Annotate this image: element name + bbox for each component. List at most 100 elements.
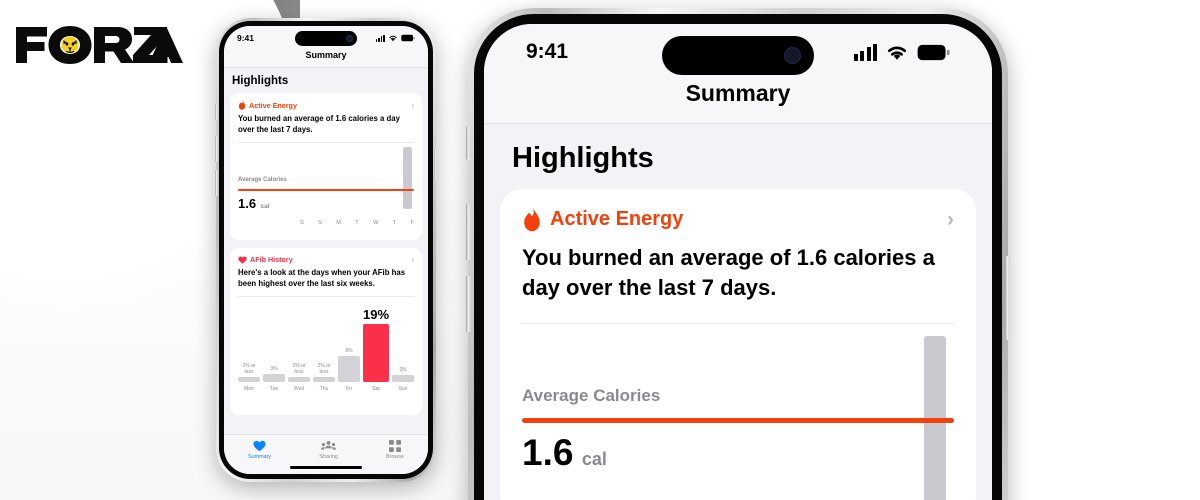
bar xyxy=(313,377,335,383)
phone-right-power-button[interactable] xyxy=(1005,256,1010,340)
wifi-icon xyxy=(885,43,909,61)
chart-active-energy: Average Calories 1.6 cal S S M T W T F xyxy=(238,143,414,227)
status-bar-left: 9:41 xyxy=(224,26,428,50)
summary-content-left: Highlights Active Energy › You burned an… xyxy=(224,68,428,415)
phone-right-volume-down-button[interactable] xyxy=(466,276,471,332)
chevron-right-icon[interactable]: › xyxy=(411,255,414,264)
status-icons xyxy=(375,34,415,42)
battery-icon xyxy=(401,34,415,42)
home-indicator[interactable] xyxy=(290,466,362,469)
axis-tick: M xyxy=(336,220,341,227)
battery-icon xyxy=(917,44,950,61)
status-time: 9:41 xyxy=(237,33,255,43)
axis-tick: F xyxy=(410,220,414,227)
people-icon xyxy=(321,440,337,452)
flame-icon xyxy=(238,100,246,110)
bar xyxy=(263,374,285,383)
tab-label: Sharing xyxy=(319,454,338,460)
heart-icon xyxy=(238,255,247,264)
forza-logo xyxy=(14,22,184,70)
summary-content-right: Highlights Active Energy › You burned an… xyxy=(484,124,992,500)
chart-column: 3% Tue xyxy=(263,365,285,393)
phone-left-volume-down-button[interactable] xyxy=(215,170,218,196)
lion-head-icon xyxy=(61,36,79,54)
phone-left-volume-up-button[interactable] xyxy=(215,136,218,162)
chart-average-line xyxy=(522,417,954,423)
card-headline: You burned an average of 1.6 calories a … xyxy=(522,245,935,300)
card-category-label: Active Energy xyxy=(550,208,684,230)
phone-right-action-button[interactable] xyxy=(466,126,471,160)
bar-value-label: 2% or less xyxy=(317,363,331,375)
chart-value-group: 1.6 cal xyxy=(238,195,270,213)
card-category-label: AFib History xyxy=(250,255,293,264)
chevron-right-icon[interactable]: › xyxy=(947,208,954,232)
phone-right: 9:41 Summary Highlights Active Energy › … xyxy=(466,8,1010,500)
chart-column: 3% Sun xyxy=(392,366,415,393)
nav-title-left: Summary xyxy=(224,50,428,67)
front-camera-icon xyxy=(784,47,801,64)
card-active-energy[interactable]: Active Energy › You burned an average of… xyxy=(230,93,422,240)
phone-right-volume-up-button[interactable] xyxy=(466,204,471,260)
page-title: Highlights xyxy=(512,142,654,174)
chart-columns: 2% or less Mon 3% Tue 2% or less Wed 2% … xyxy=(238,307,415,393)
bar xyxy=(392,375,415,383)
chart-afib-history: 2% or less Mon 3% Tue 2% or less Wed 2% … xyxy=(238,297,415,393)
bar-value-label: 3% xyxy=(399,366,407,373)
bar xyxy=(288,377,310,383)
bar-highlight xyxy=(363,324,390,383)
front-camera-icon xyxy=(346,35,353,42)
chart-bar xyxy=(403,147,412,210)
nav-title-right: Summary xyxy=(484,80,992,123)
chart-value: 1.6 xyxy=(238,196,257,212)
chart-x-axis: S S M T W T F xyxy=(300,220,414,226)
phone-left: 9:41 Summary Highlights Active Energy › … xyxy=(215,18,437,482)
chart-column: 8% Fri xyxy=(338,347,360,393)
chart-average-label: Average Calories xyxy=(522,385,661,405)
axis-tick: T xyxy=(392,220,397,227)
tab-browse[interactable]: Browse xyxy=(386,440,404,460)
card-header: AFib History › xyxy=(238,255,414,264)
heart-icon xyxy=(253,440,266,452)
axis-tick: Thu xyxy=(319,386,329,393)
axis-tick: S xyxy=(318,220,322,227)
chart-column: 2% or less Thu xyxy=(313,364,335,392)
bar-value-label: 3% xyxy=(270,365,278,372)
chart-value-group: 1.6 cal xyxy=(522,432,607,474)
chart-value: 1.6 xyxy=(522,431,574,473)
bar-value-label-highlight: 19% xyxy=(363,307,390,322)
card-header: Active Energy › xyxy=(238,100,414,110)
card-category-label: Active Energy xyxy=(249,100,297,110)
axis-tick: Mon xyxy=(244,386,254,393)
axis-tick: T xyxy=(355,220,359,227)
axis-tick: S xyxy=(300,220,304,227)
tab-summary[interactable]: Summary xyxy=(248,440,271,460)
dynamic-island xyxy=(295,31,357,46)
chevron-right-icon[interactable]: › xyxy=(411,101,414,110)
tab-sharing[interactable]: Sharing xyxy=(319,440,338,460)
wifi-icon xyxy=(388,34,398,42)
card-afib-history[interactable]: AFib History › Here's a look at the days… xyxy=(230,248,422,415)
status-icons xyxy=(853,43,950,61)
chart-unit: cal xyxy=(581,448,607,469)
phone-left-power-button[interactable] xyxy=(434,148,437,182)
card-headline: You burned an average of 1.6 calories a … xyxy=(238,114,400,134)
bar-value-label: 2% or less xyxy=(242,363,256,375)
status-bar-right: 9:41 xyxy=(484,24,992,80)
card-active-energy[interactable]: Active Energy › You burned an average of… xyxy=(500,189,976,500)
chart-column: 2% or less Wed xyxy=(288,364,310,392)
signal-bars-icon xyxy=(375,34,385,42)
phone-left-action-button[interactable] xyxy=(215,104,218,120)
bar xyxy=(238,377,260,383)
axis-tick: Tue xyxy=(269,386,279,393)
axis-tick: Wed xyxy=(293,386,305,393)
phone-left-screen: 9:41 Summary Highlights Active Energy › … xyxy=(224,26,428,474)
axis-tick: Sun xyxy=(398,386,408,393)
bar-value-label: 8% xyxy=(345,347,353,354)
axis-tick: Sat xyxy=(372,386,380,393)
signal-bars-icon xyxy=(853,43,877,61)
chart-average-label: Average Calories xyxy=(238,177,287,184)
axis-tick: Fri xyxy=(346,386,352,393)
card-header: Active Energy › xyxy=(522,207,954,232)
chart-average-line xyxy=(238,189,414,192)
page-title: Highlights xyxy=(232,75,289,87)
